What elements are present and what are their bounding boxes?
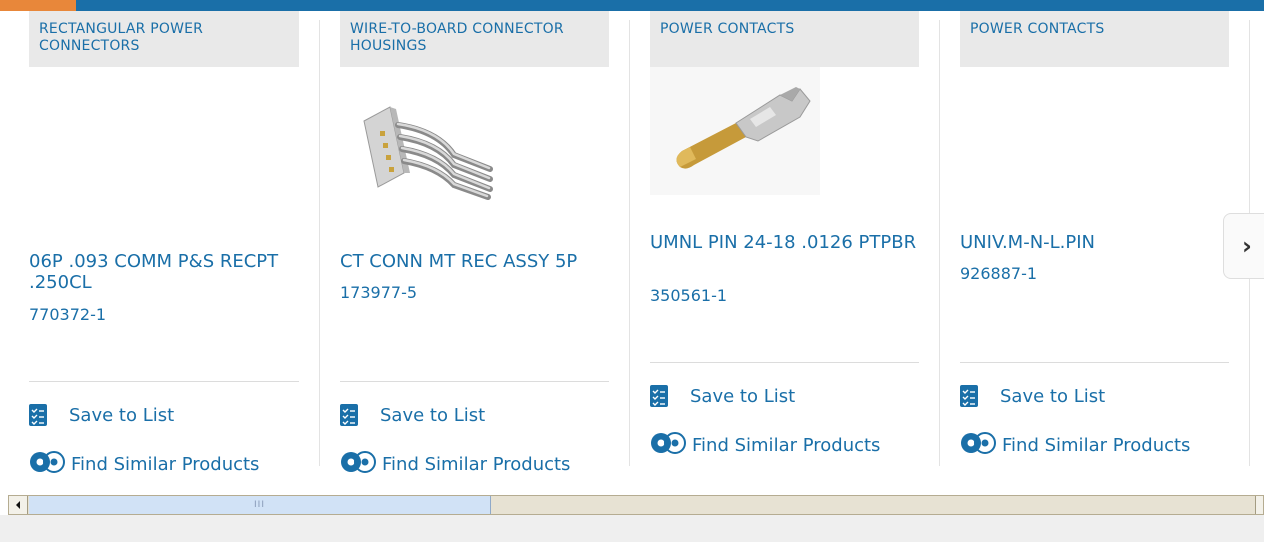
checklist-icon [650, 385, 668, 407]
bottom-panel [0, 515, 1264, 542]
product-card: RECTANGULAR POWER CONNECTORS 06P .093 CO… [29, 11, 319, 475]
checklist-icon [340, 404, 358, 426]
card-separator [319, 20, 320, 466]
card-divider [340, 381, 609, 382]
card-divider [29, 381, 299, 382]
thumb-grip: III [254, 500, 265, 510]
save-to-list-label: Save to List [690, 385, 796, 407]
chevron-right-icon: › [1242, 232, 1252, 260]
category-label[interactable]: POWER CONTACTS [960, 11, 1229, 67]
save-to-list-button[interactable]: Save to List [29, 404, 174, 426]
part-number[interactable]: 926887-1 [960, 264, 1037, 283]
similar-gears-icon [650, 430, 686, 461]
product-image[interactable] [650, 67, 820, 199]
find-similar-button[interactable]: Find Similar Products [650, 430, 880, 461]
part-number[interactable]: 770372-1 [29, 305, 106, 324]
similar-gears-icon [340, 449, 376, 480]
find-similar-button[interactable]: Find Similar Products [29, 449, 259, 480]
find-similar-button[interactable]: Find Similar Products [340, 449, 570, 480]
save-to-list-button[interactable]: Save to List [960, 385, 1105, 407]
find-similar-button[interactable]: Find Similar Products [960, 430, 1190, 461]
card-separator [939, 20, 940, 466]
product-title[interactable]: UNIV.M-N-L.PIN [960, 232, 1230, 253]
card-divider [960, 362, 1229, 363]
product-title[interactable]: CT CONN MT REC ASSY 5P [340, 251, 610, 272]
category-label[interactable]: RECTANGULAR POWER CONNECTORS [29, 11, 299, 67]
save-to-list-label: Save to List [380, 404, 486, 426]
carousel-next-button[interactable]: › [1223, 213, 1264, 279]
similar-gears-icon [29, 449, 65, 480]
category-label[interactable]: POWER CONTACTS [650, 11, 919, 67]
triangle-left-icon [16, 501, 20, 509]
find-similar-label: Find Similar Products [382, 454, 571, 475]
product-card: POWER CONTACTS UMNL PIN 24-18 .0126 PTPB… [650, 11, 940, 469]
find-similar-label: Find Similar Products [1002, 435, 1191, 456]
product-image[interactable] [358, 101, 498, 205]
product-card: POWER CONTACTS UNIV.M-N-L.PIN 926887-1 S… [960, 11, 1250, 469]
scroll-right-button[interactable] [1255, 496, 1263, 514]
save-to-list-label: Save to List [69, 404, 175, 426]
checklist-icon [960, 385, 978, 407]
scroll-left-button[interactable] [9, 496, 28, 514]
product-title[interactable]: UMNL PIN 24-18 .0126 PTPBR [650, 232, 920, 253]
horizontal-scrollbar[interactable]: III [8, 495, 1264, 515]
card-divider [650, 362, 919, 363]
save-to-list-button[interactable]: Save to List [340, 404, 485, 426]
scrollbar-thumb[interactable]: III [29, 496, 491, 514]
top-color-bar [0, 0, 1264, 11]
save-to-list-label: Save to List [1000, 385, 1106, 407]
card-separator [629, 20, 630, 466]
part-number[interactable]: 173977-5 [340, 283, 417, 302]
find-similar-label: Find Similar Products [692, 435, 881, 456]
part-number[interactable]: 350561-1 [650, 286, 727, 305]
find-similar-label: Find Similar Products [71, 454, 260, 475]
category-label[interactable]: WIRE-TO-BOARD CONNECTOR HOUSINGS [340, 11, 609, 67]
similar-gears-icon [960, 430, 996, 461]
product-card: WIRE-TO-BOARD CONNECTOR HOUSINGS CT CONN… [340, 11, 630, 475]
top-accent-bar [0, 0, 76, 11]
product-title[interactable]: 06P .093 COMM P&S RECPT .250CL [29, 251, 299, 293]
save-to-list-button[interactable]: Save to List [650, 385, 795, 407]
product-carousel-page: RECTANGULAR POWER CONNECTORS 06P .093 CO… [0, 0, 1264, 542]
checklist-icon [29, 404, 47, 426]
